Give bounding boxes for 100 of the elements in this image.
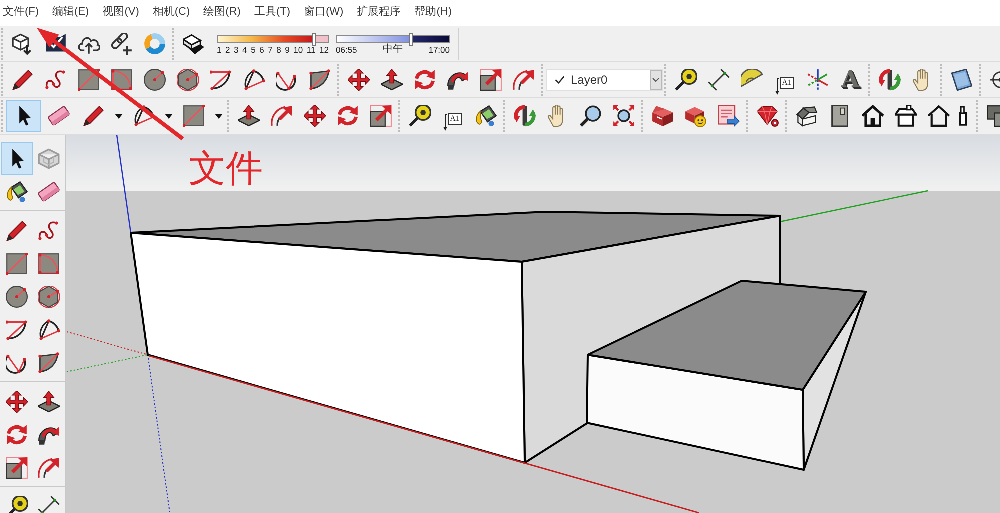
text-label-button[interactable]: A1 bbox=[436, 100, 469, 132]
house-chimney-icon[interactable] bbox=[894, 105, 916, 127]
magnifier-icon[interactable] bbox=[580, 105, 602, 127]
document-arrow-icon[interactable] bbox=[718, 105, 740, 127]
menu-item[interactable]: 编辑(E) bbox=[52, 6, 90, 20]
dimension-icon[interactable] bbox=[38, 496, 60, 513]
pie-icon[interactable] bbox=[38, 352, 60, 374]
four-arrows-icon[interactable] bbox=[348, 68, 370, 90]
circular-arrows-icon[interactable] bbox=[336, 105, 358, 127]
slab-arrow-icon[interactable] bbox=[380, 68, 402, 90]
menu-item[interactable]: 文件(F) bbox=[3, 6, 40, 20]
squiggle-icon[interactable] bbox=[44, 68, 66, 90]
rectangle-arc-icon[interactable] bbox=[38, 252, 60, 274]
time-slider[interactable] bbox=[336, 34, 450, 43]
time-label: 中午 bbox=[383, 44, 403, 56]
house-outline-icon[interactable] bbox=[928, 105, 950, 127]
sector-icon[interactable] bbox=[132, 105, 154, 127]
segmented-ring-icon[interactable] bbox=[144, 32, 166, 54]
tape-measure-icon[interactable] bbox=[674, 68, 696, 90]
cabinet-icon[interactable] bbox=[828, 105, 850, 127]
menu-item[interactable]: 相机(C) bbox=[152, 6, 190, 20]
toolbar-button[interactable] bbox=[1, 142, 33, 175]
month-tick-label: 7 bbox=[268, 44, 273, 56]
slider-thumb[interactable] bbox=[408, 32, 413, 46]
sector-icon[interactable] bbox=[242, 68, 264, 90]
axes-icon[interactable] bbox=[806, 68, 828, 90]
caret-icon[interactable] bbox=[114, 114, 122, 118]
chevron-icon[interactable] bbox=[650, 70, 662, 90]
squiggle-icon[interactable] bbox=[38, 220, 60, 242]
house-3d-icon[interactable] bbox=[796, 105, 818, 127]
circle-icon[interactable] bbox=[144, 68, 166, 90]
menu-item[interactable]: 视图(V) bbox=[102, 6, 140, 20]
four-arrows-icon[interactable] bbox=[304, 105, 326, 127]
month-tick-label: 3 bbox=[234, 44, 239, 56]
month-tick-label: 2 bbox=[226, 44, 230, 56]
rectangle-icon[interactable] bbox=[182, 105, 204, 127]
menu-item[interactable]: 帮助(H) bbox=[414, 6, 452, 20]
month-tick-label: 12 bbox=[320, 44, 329, 56]
cube-shadow-icon[interactable] bbox=[182, 32, 204, 54]
check-icon bbox=[555, 76, 565, 84]
house-side-icon[interactable] bbox=[959, 106, 968, 126]
pencil-icon[interactable] bbox=[6, 220, 28, 242]
circular-arrows-icon[interactable] bbox=[6, 424, 28, 446]
slider-thumb[interactable] bbox=[312, 32, 316, 46]
pie-icon[interactable] bbox=[308, 68, 330, 90]
month-tick-label: 10 bbox=[294, 44, 304, 56]
magnifier-arrows-icon[interactable] bbox=[612, 105, 634, 127]
menu-item[interactable]: 工具(T) bbox=[254, 6, 290, 20]
four-arrows-icon[interactable] bbox=[6, 390, 28, 412]
pencil-icon[interactable] bbox=[12, 68, 34, 90]
polygon-icon[interactable] bbox=[38, 286, 60, 308]
protractor-icon[interactable] bbox=[740, 68, 762, 90]
annotation-label: 文件 bbox=[189, 149, 263, 190]
caret-icon[interactable] bbox=[164, 114, 172, 118]
month-tick-label: 1 bbox=[217, 44, 222, 56]
cube-arrow-icon[interactable] bbox=[12, 32, 34, 54]
open-box-icon[interactable] bbox=[652, 105, 674, 127]
month-tick-label: 4 bbox=[242, 44, 248, 56]
tilted-panel-icon[interactable] bbox=[950, 68, 972, 90]
house-icon[interactable] bbox=[862, 105, 884, 127]
text-label-button[interactable]: A1 bbox=[768, 64, 801, 96]
sector-icon[interactable] bbox=[38, 318, 60, 340]
gem-gear-icon[interactable] bbox=[756, 105, 778, 127]
arc-icon[interactable] bbox=[6, 318, 28, 340]
paint-bucket-icon[interactable] bbox=[474, 105, 496, 127]
link-plus-icon[interactable] bbox=[110, 32, 132, 54]
orbit-icon[interactable] bbox=[514, 105, 536, 127]
month-tick-label: 11 bbox=[306, 44, 316, 56]
box-smiley-icon[interactable] bbox=[684, 105, 706, 127]
rectangle-icon[interactable] bbox=[6, 252, 28, 274]
circular-arrows-icon[interactable] bbox=[414, 68, 436, 90]
orbit-icon[interactable] bbox=[878, 68, 900, 90]
tape-measure-icon[interactable] bbox=[408, 105, 430, 127]
rectangle-icon[interactable] bbox=[78, 68, 100, 90]
circle-icon[interactable] bbox=[6, 286, 28, 308]
time-label: 06:55 bbox=[336, 44, 358, 56]
leader-arrow-icon[interactable] bbox=[443, 114, 448, 131]
arc-arrow-icon[interactable] bbox=[38, 456, 60, 478]
arc-icon[interactable] bbox=[210, 68, 232, 90]
dimension-icon[interactable] bbox=[708, 68, 730, 90]
arc-arrow-icon[interactable] bbox=[270, 105, 292, 127]
polygon-icon[interactable] bbox=[176, 68, 198, 90]
month-slider[interactable] bbox=[217, 34, 329, 43]
slab-arrow-icon[interactable] bbox=[38, 390, 60, 412]
arc-arrow-icon[interactable] bbox=[512, 68, 534, 90]
tape-measure-icon[interactable] bbox=[6, 496, 28, 513]
slab-arrow-icon[interactable] bbox=[238, 105, 260, 127]
paint-bucket-icon[interactable] bbox=[6, 180, 28, 202]
layer-dropdown[interactable]: Layer0 bbox=[546, 68, 663, 90]
pencil-icon[interactable] bbox=[82, 105, 104, 127]
leader-arrow-icon[interactable] bbox=[775, 78, 780, 94]
month-tick-label: 5 bbox=[251, 44, 256, 56]
menu-item[interactable]: 绘图(R) bbox=[204, 6, 241, 20]
month-tick-label: 9 bbox=[285, 44, 290, 56]
3d-text-button[interactable]: A bbox=[834, 64, 867, 96]
rectangle-arc-icon[interactable] bbox=[110, 68, 132, 90]
menu-item[interactable]: 扩展程序 bbox=[357, 6, 402, 20]
caret-icon[interactable] bbox=[214, 114, 222, 118]
toolbar-button[interactable] bbox=[6, 100, 41, 132]
menu-item[interactable]: 窗口(W) bbox=[304, 6, 344, 20]
